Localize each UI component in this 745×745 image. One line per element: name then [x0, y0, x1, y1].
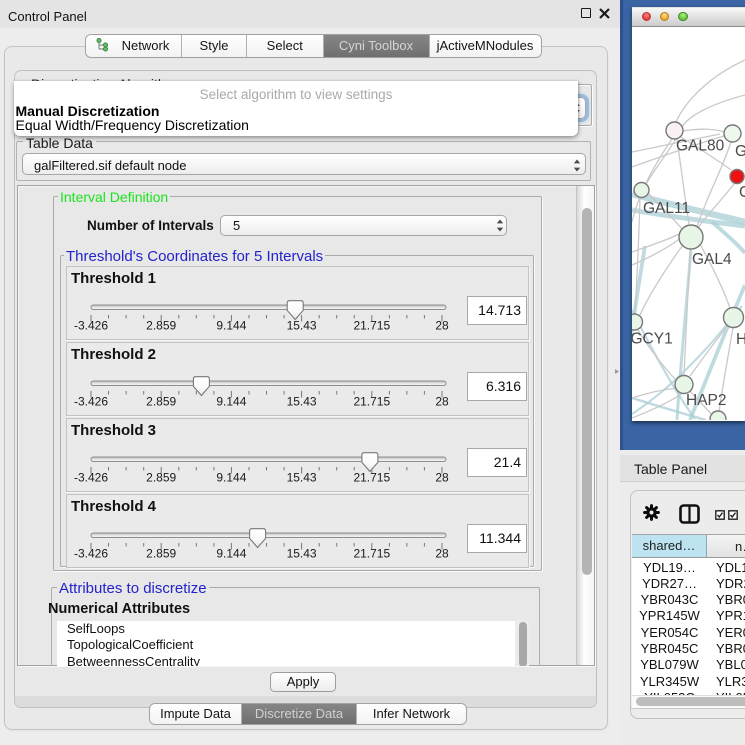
svg-text:9.144: 9.144 — [216, 395, 246, 409]
svg-text:-3.426: -3.426 — [74, 395, 108, 409]
svg-text:28: 28 — [435, 547, 449, 561]
svg-text:21.715: 21.715 — [353, 395, 390, 409]
svg-text:-3.426: -3.426 — [74, 471, 108, 485]
svg-text:28: 28 — [435, 319, 449, 333]
svg-text:-3.426: -3.426 — [74, 547, 108, 561]
svg-text:2.859: 2.859 — [146, 395, 176, 409]
svg-text:28: 28 — [435, 395, 449, 409]
svg-text:HAP2: HAP2 — [686, 392, 727, 409]
svg-text:28: 28 — [435, 471, 449, 485]
svg-text:15.43: 15.43 — [287, 471, 317, 485]
svg-text:21.715: 21.715 — [353, 547, 390, 561]
svg-text:21.715: 21.715 — [353, 471, 390, 485]
svg-text:15.43: 15.43 — [287, 319, 317, 333]
svg-text:GAL80: GAL80 — [676, 138, 725, 155]
svg-text:9.144: 9.144 — [216, 471, 246, 485]
svg-text:9.144: 9.144 — [216, 319, 246, 333]
svg-text:GAL11: GAL11 — [643, 200, 690, 217]
svg-text:HIS7: HIS7 — [736, 331, 745, 348]
svg-text:15.43: 15.43 — [287, 547, 317, 561]
svg-text:2.859: 2.859 — [146, 547, 176, 561]
svg-text:21.715: 21.715 — [353, 319, 390, 333]
svg-text:2.859: 2.859 — [146, 471, 176, 485]
svg-text:2.859: 2.859 — [146, 319, 176, 333]
svg-text:GAL4: GAL4 — [692, 251, 732, 268]
svg-text:CYC8: CYC8 — [739, 184, 745, 201]
svg-text:9.144: 9.144 — [216, 547, 246, 561]
svg-text:-3.426: -3.426 — [74, 319, 108, 333]
svg-text:GAL3: GAL3 — [735, 143, 745, 160]
svg-text:GCY1: GCY1 — [632, 331, 673, 348]
svg-text:15.43: 15.43 — [287, 395, 317, 409]
